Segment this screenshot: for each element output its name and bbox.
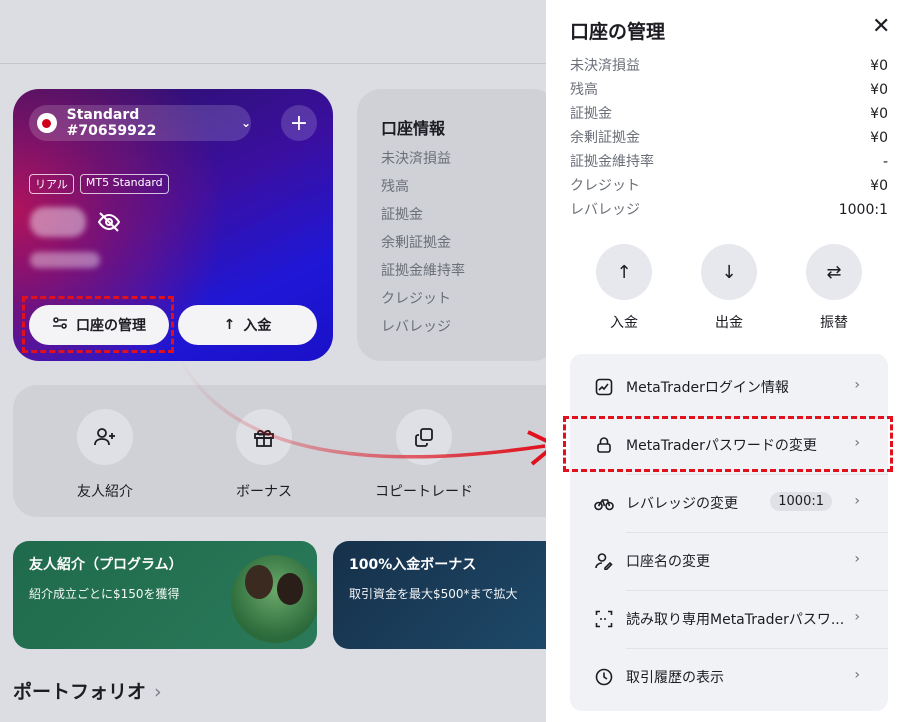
promo-title: 友人紹介（プログラム） [29, 557, 183, 573]
account-info-card: 口座情報 未決済損益 残高 証拠金 余剰証拠金 証拠金維持率 クレジット レバレ… [357, 89, 557, 361]
stat-row: 証拠金 ¥0 [570, 106, 888, 122]
bonus-label: ボーナス [236, 484, 292, 500]
leverage-value-badge: 1000:1 [770, 492, 832, 511]
referral-action[interactable]: 友人紹介 [50, 409, 160, 501]
chevron-down-icon: ⌄ [240, 116, 251, 130]
account-stats: 未決済損益 ¥0 残高 ¥0 証拠金 ¥0 余剰証拠金 ¥0 証拠金維持率 - クレジット… [570, 54, 888, 222]
hidden-subvalue [30, 252, 100, 268]
account-selector[interactable]: Standard #70659922 ⌄ [29, 105, 251, 141]
menu-change-leverage[interactable]: レバレッジの変更 1000:1 › [570, 474, 888, 532]
stat-row: クレジット ¥0 [570, 178, 888, 194]
manage-account-panel: 口座の管理 ✕ 未決済損益 ¥0 残高 ¥0 証拠金 ¥0 余剰証拠金 ¥0 証拠金維持… [546, 0, 900, 722]
copy-trade-action[interactable]: コピートレード [369, 409, 479, 501]
account-info-title: 口座情報 [381, 119, 446, 138]
menu-label: MetaTraderログイン情報 [626, 380, 789, 396]
badge-account-type: MT5 Standard [79, 174, 169, 194]
bike-icon [594, 493, 614, 513]
info-row: 残高 [381, 179, 409, 195]
info-row: レバレッジ [381, 319, 451, 335]
referral-label: 友人紹介 [77, 484, 133, 500]
menu-login-info[interactable]: MetaTraderログイン情報 › [570, 358, 888, 416]
user-edit-icon [594, 551, 614, 571]
panel-title: 口座の管理 [570, 21, 666, 43]
info-row: クレジット [381, 291, 451, 307]
menu-label: 読み取り専用MetaTraderパスワ... [626, 612, 845, 628]
chevron-right-icon: › [854, 377, 860, 393]
panel-menu: MetaTraderログイン情報 › MetaTraderパスワードの変更 › … [570, 354, 888, 711]
chevron-right-icon: › [854, 609, 860, 625]
menu-rename-account[interactable]: 口座名の変更 › [570, 532, 888, 590]
account-name: Standard #70659922 [66, 107, 157, 139]
deposit-label: 入金 [243, 318, 272, 334]
scan-icon [594, 609, 614, 629]
panel-transfer-button[interactable]: ⇄ 振替 [804, 244, 864, 332]
panel-deposit-button[interactable]: ↑ 入金 [594, 244, 654, 332]
eye-off-icon[interactable] [97, 210, 121, 238]
badge-real: リアル [29, 174, 74, 194]
menu-readonly-password[interactable]: 読み取り専用MetaTraderパスワ... › [570, 590, 888, 648]
stat-row: 証拠金維持率 - [570, 154, 888, 170]
portfolio-link[interactable]: ポートフォリオ › [13, 677, 162, 704]
menu-label: 取引履歴の表示 [626, 670, 724, 686]
chevron-right-icon: › [854, 551, 860, 567]
user-plus-icon [77, 409, 133, 465]
panel-transfer-label: 振替 [820, 315, 848, 331]
stat-row: レバレッジ 1000:1 [570, 202, 888, 218]
menu-label: レバレッジの変更 [626, 496, 738, 512]
bonus-action[interactable]: ボーナス [209, 409, 319, 501]
promo-subtitle: 紹介成立ごとに$150を獲得 [29, 587, 180, 601]
arrow-up-icon: ↑ [596, 244, 652, 300]
stat-row: 未決済損益 ¥0 [570, 58, 888, 74]
top-bar [0, 0, 546, 64]
info-row: 証拠金維持率 [381, 263, 465, 279]
referral-promo[interactable]: 友人紹介（プログラム） 紹介成立ごとに$150を獲得 [13, 541, 317, 649]
info-row: 未決済損益 [381, 151, 451, 167]
copy-trade-label: コピートレード [375, 484, 473, 500]
panel-withdraw-button[interactable]: ↓ 出金 [699, 244, 759, 332]
promo-subtitle: 取引資金を最大$500*まで拡大 [349, 587, 518, 601]
info-row: 証拠金 [381, 207, 423, 223]
transfer-icon: ⇄ [806, 244, 862, 300]
quick-actions: 友人紹介 ボーナス コピートレード [13, 385, 573, 517]
menu-label: 口座名の変更 [626, 554, 710, 570]
chevron-right-icon: › [854, 667, 860, 683]
panel-withdraw-label: 出金 [715, 315, 743, 331]
deposit-bonus-promo[interactable]: 100%入金ボーナス 取引資金を最大$500*まで拡大 [333, 541, 563, 649]
arrow-up-icon: ↑ [223, 317, 236, 333]
panel-deposit-label: 入金 [610, 315, 638, 331]
info-row: 余剰証拠金 [381, 235, 451, 251]
highlight-manage [22, 296, 174, 353]
highlight-password [563, 416, 893, 472]
deposit-button[interactable]: ↑ 入金 [178, 305, 317, 345]
japan-flag-icon [37, 113, 57, 133]
stat-row: 残高 ¥0 [570, 82, 888, 98]
chart-icon [594, 377, 614, 397]
promo-photo [231, 555, 317, 643]
menu-trade-history[interactable]: 取引履歴の表示 › [570, 648, 888, 706]
stat-row: 余剰証拠金 ¥0 [570, 130, 888, 146]
chevron-right-icon: › [154, 681, 162, 703]
copy-icon [396, 409, 452, 465]
chevron-right-icon: › [854, 493, 860, 509]
close-icon[interactable]: ✕ [872, 14, 890, 39]
add-account-button[interactable]: + [281, 105, 317, 141]
portfolio-title: ポートフォリオ [13, 681, 147, 703]
promo-title: 100%入金ボーナス [349, 557, 477, 573]
hidden-balance [30, 207, 86, 237]
history-icon [594, 667, 614, 687]
arrow-down-icon: ↓ [701, 244, 757, 300]
gift-icon [236, 409, 292, 465]
